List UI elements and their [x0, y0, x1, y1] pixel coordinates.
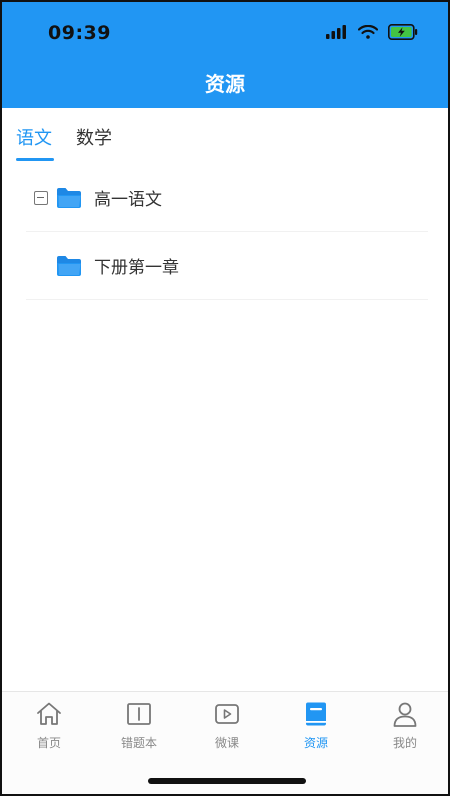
app-frame: 09:39 资源 语文 数学 高一语文 下册第一章 首页 错题本 微课 资源 我… [0, 0, 450, 796]
signal-icon [326, 25, 346, 39]
tabbar-item-home[interactable]: 首页 [4, 700, 94, 751]
collapse-icon[interactable] [34, 190, 48, 205]
tabbar-label: 我的 [392, 736, 417, 750]
status-time: 09:39 [48, 22, 111, 44]
tabbar-item-resources[interactable]: 资源 [271, 700, 361, 751]
tree-node[interactable]: 高一语文 [26, 164, 428, 232]
tabbar-item-profile[interactable]: 我的 [360, 700, 448, 751]
tree-node[interactable]: 下册第一章 [26, 232, 428, 300]
book-icon [306, 702, 326, 726]
folder-icon [57, 255, 81, 276]
status-bar: 09:39 [2, 2, 448, 60]
home-indicator[interactable] [148, 778, 306, 784]
tabbar-item-microlesson[interactable]: 微课 [182, 700, 272, 751]
tree-node-label: 下册第一章 [94, 258, 179, 278]
tab-active-indicator [16, 158, 54, 161]
wifi-icon [358, 25, 378, 39]
book-open-icon [127, 703, 151, 725]
page-title: 资源 [205, 72, 245, 96]
tabbar-label: 资源 [303, 736, 328, 750]
status-icons [326, 24, 418, 40]
folder-icon [57, 187, 81, 208]
tab-math[interactable]: 数学 [76, 124, 112, 150]
tabbar-item-mistakes[interactable]: 错题本 [94, 700, 184, 751]
tabbar-label: 错题本 [120, 736, 157, 750]
video-play-icon [215, 704, 239, 724]
tree-node-label: 高一语文 [94, 190, 162, 210]
bottom-tab-bar: 首页 错题本 微课 资源 我的 [2, 691, 448, 794]
home-icon [37, 702, 61, 725]
tabbar-label: 首页 [36, 736, 61, 750]
battery-charging-icon [388, 24, 418, 40]
user-icon [393, 702, 417, 727]
tabbar-label: 微课 [214, 736, 239, 750]
header: 09:39 资源 [2, 2, 448, 108]
subject-tabs: 语文 数学 [2, 108, 448, 164]
tab-chinese[interactable]: 语文 [16, 124, 52, 150]
